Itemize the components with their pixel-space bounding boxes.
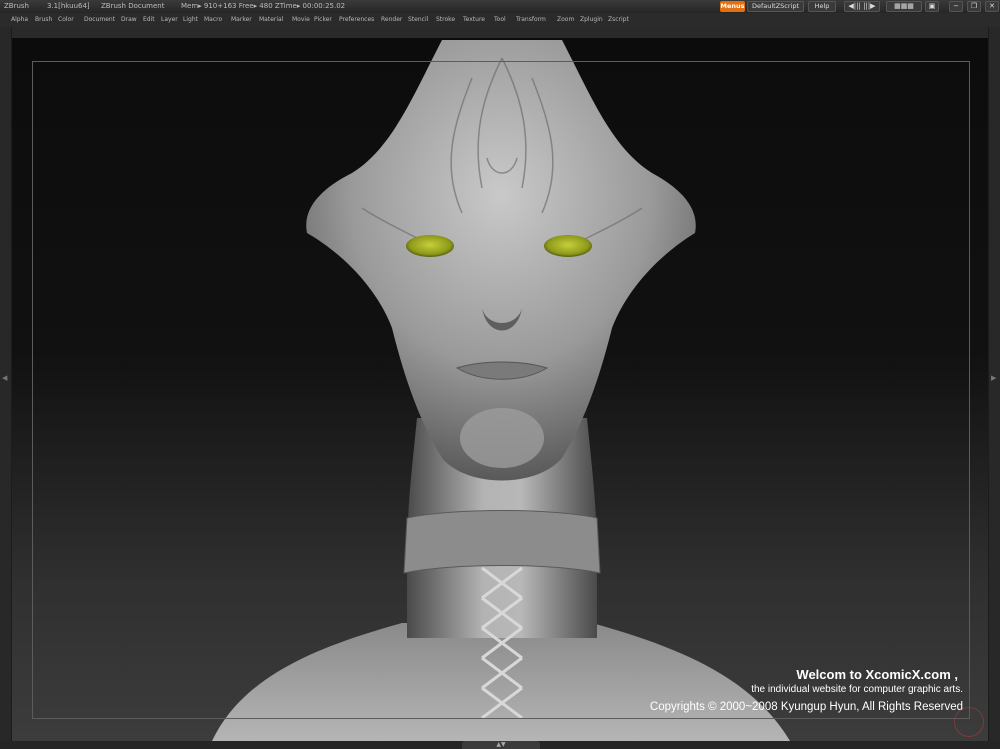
alien-sculpt-render [212, 40, 790, 741]
credit-line-2: the individual website for computer grap… [751, 684, 963, 695]
menu-material[interactable]: Material [259, 13, 283, 27]
credit-line-3: Copyrights © 2000~2008 Kyungup Hyun, All… [649, 701, 963, 713]
menu-document[interactable]: Document [84, 13, 115, 27]
menu-zscript[interactable]: Zscript [608, 13, 629, 27]
minimize-icon[interactable]: − [949, 1, 963, 12]
bottom-tray[interactable]: ▲▼ [0, 741, 1000, 749]
tray-expand-icon[interactable]: ▶ [991, 374, 996, 382]
menu-macro[interactable]: Macro [204, 13, 222, 27]
help-button[interactable]: Help [808, 1, 836, 12]
document-title: ZBrush Document [101, 2, 165, 10]
menus-button[interactable]: Menus [720, 1, 745, 12]
menu-light[interactable]: Light [183, 13, 198, 27]
right-eye [544, 235, 592, 257]
menu-marker[interactable]: Marker [231, 13, 252, 27]
menu-preferences[interactable]: Preferences [339, 13, 374, 27]
left-tray[interactable]: ◀ [0, 27, 12, 742]
right-tray[interactable]: ▶ [988, 27, 1000, 742]
menu-draw[interactable]: Draw [121, 13, 137, 27]
collar-shape [403, 510, 601, 574]
chin-shape [460, 408, 544, 468]
close-icon[interactable]: ✕ [985, 1, 999, 12]
restore-icon[interactable]: ❐ [967, 1, 981, 12]
menu-zplugin[interactable]: Zplugin [580, 13, 603, 27]
palette-icon[interactable]: ▦▦▦ [886, 1, 922, 12]
credit-line-1: Welcom to XcomicX.com , [796, 667, 958, 682]
app-version: 3.1[hkuu64] [47, 2, 90, 10]
menu-texture[interactable]: Texture [463, 13, 485, 27]
bottom-tray-toggle-icon[interactable]: ▲▼ [462, 741, 540, 749]
menu-alpha[interactable]: Alpha [11, 13, 28, 27]
menu-stencil[interactable]: Stencil [408, 13, 428, 27]
layout-toggle-icon[interactable]: ◀||| |||▶ [844, 1, 880, 12]
watermark-logo [954, 707, 984, 737]
app-title: ZBrush [4, 2, 29, 10]
memory-readout: Mem▸ 910+163 Free▸ 480 ZTime▸ 00:00:25.0… [181, 2, 346, 10]
menu-layer[interactable]: Layer [161, 13, 178, 27]
menu-bar: Alpha Brush Color Document Draw Edit Lay… [0, 13, 1000, 27]
titlebar-controls: Menus DefaultZScript Help ◀||| |||▶ ▦▦▦ … [720, 1, 1000, 12]
menu-picker[interactable]: Picker [314, 13, 332, 27]
menu-edit[interactable]: Edit [143, 13, 155, 27]
tray-expand-icon[interactable]: ◀ [2, 374, 7, 382]
menu-brush[interactable]: Brush [35, 13, 52, 27]
menu-render[interactable]: Render [381, 13, 402, 27]
document-canvas[interactable]: Welcom to XcomicX.com , the individual w… [12, 38, 988, 741]
save-ui-icon[interactable]: ▣ [925, 1, 939, 12]
menu-transform[interactable]: Transform [516, 13, 546, 27]
menu-stroke[interactable]: Stroke [436, 13, 455, 27]
menu-tool[interactable]: Tool [494, 13, 506, 27]
default-zscript-button[interactable]: DefaultZScript [747, 1, 804, 12]
menu-color[interactable]: Color [58, 13, 74, 27]
menu-movie[interactable]: Movie [292, 13, 310, 27]
menu-zoom[interactable]: Zoom [557, 13, 574, 27]
left-eye [406, 235, 454, 257]
title-bar: ZBrush 3.1[hkuu64] ZBrush Document Mem▸ … [0, 0, 1000, 13]
